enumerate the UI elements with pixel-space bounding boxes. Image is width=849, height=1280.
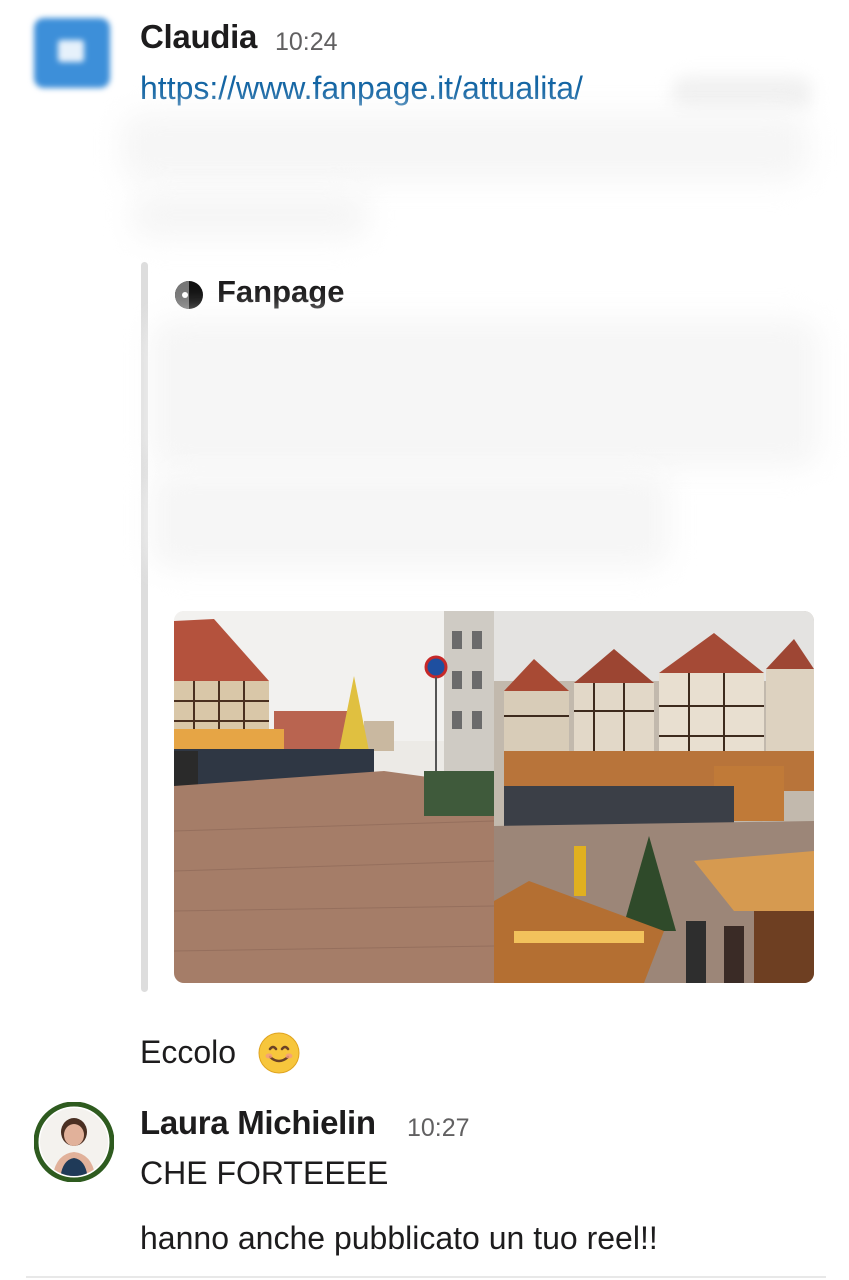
redacted-unfurl-title	[150, 318, 820, 468]
smiling-face-emoji-icon	[258, 1032, 300, 1074]
message-timestamp[interactable]: 10:24	[275, 28, 338, 57]
unfurl-source[interactable]: Fanpage	[217, 274, 344, 310]
message-timestamp[interactable]: 10:27	[407, 1114, 470, 1143]
message-text: Eccolo	[140, 1034, 237, 1070]
message-text: hanno anche pubblicato un tuo reel!!	[140, 1220, 658, 1256]
divider	[26, 1276, 826, 1278]
message-text: CHE FORTEEEE	[140, 1155, 389, 1191]
redacted-text	[120, 112, 810, 182]
christmas-market-photo	[174, 611, 814, 983]
sender-name[interactable]: Laura Michielin	[140, 1104, 376, 1142]
avatar-placeholder-icon	[58, 40, 84, 62]
avatar-claudia[interactable]	[34, 18, 110, 88]
redacted-text	[130, 190, 370, 240]
unfurl-preview-image[interactable]	[174, 611, 814, 983]
avatar-laura-michielin[interactable]	[34, 1102, 114, 1182]
sender-name[interactable]: Claudia	[140, 18, 257, 56]
redacted-unfurl-description	[150, 470, 670, 570]
redacted-link-tail	[672, 76, 812, 110]
attachment-bar	[141, 262, 148, 992]
fanpage-logo-icon	[175, 281, 203, 309]
message-link[interactable]: https://www.fanpage.it/attualita/	[140, 70, 583, 107]
